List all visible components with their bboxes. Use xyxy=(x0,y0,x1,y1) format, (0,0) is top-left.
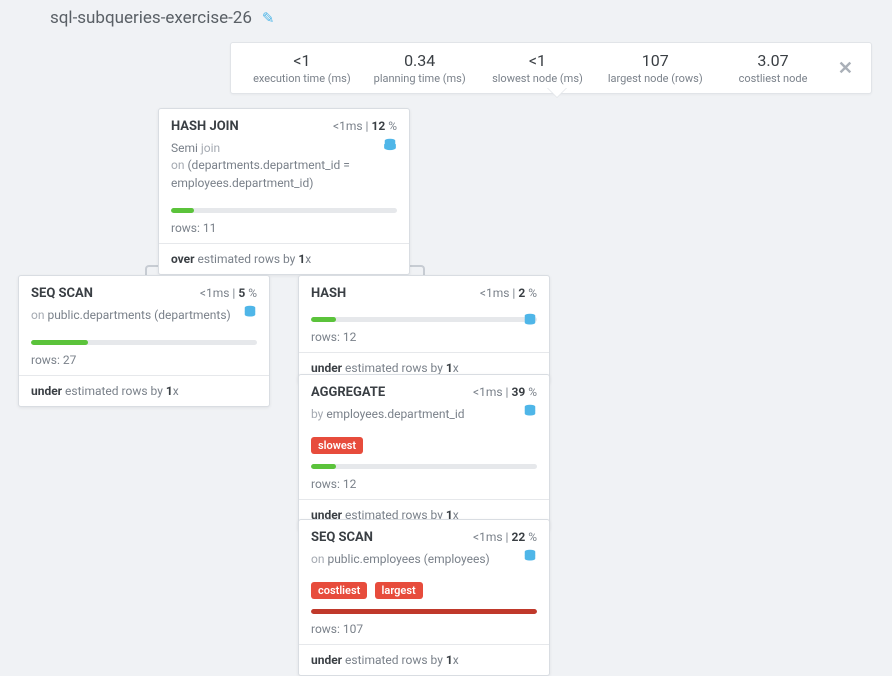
node-header: SEQ SCAN <1ms | 5 % xyxy=(19,276,269,307)
node-bar xyxy=(299,315,549,326)
node-bar xyxy=(299,601,549,618)
node-header: HASH <1ms | 2 % xyxy=(299,276,549,307)
stat-costliest-node: 3.07 costliest node xyxy=(714,51,832,85)
node-metrics: <1ms | 12 % xyxy=(333,119,397,133)
node-header: HASH JOIN <1ms | 12 % xyxy=(159,109,409,140)
badge-largest: largest xyxy=(375,582,423,599)
badge-slowest: slowest xyxy=(311,437,363,454)
database-icon xyxy=(523,549,537,563)
node-bar xyxy=(19,332,269,349)
node-bar xyxy=(159,200,409,217)
close-icon[interactable]: ✕ xyxy=(832,58,859,79)
stat-slowest-node: <1 slowest node (ms) xyxy=(479,51,597,85)
stat-value: <1 xyxy=(243,51,361,70)
node-footer: under estimated rows by 1x xyxy=(299,644,549,675)
stat-value: 3.07 xyxy=(714,51,832,70)
node-body xyxy=(299,307,549,315)
database-icon xyxy=(383,138,397,152)
stat-label: largest node (rows) xyxy=(596,72,714,85)
stat-label: slowest node (ms) xyxy=(479,72,597,85)
node-footer: over estimated rows by 1x xyxy=(159,243,409,274)
node-body: on public.departments (departments) xyxy=(19,307,269,332)
stats-bar: <1 execution time (ms) 0.34 planning tim… xyxy=(230,42,872,94)
node-header: AGGREGATE <1ms | 39 % xyxy=(299,375,549,406)
stat-execution-time: <1 execution time (ms) xyxy=(243,51,361,85)
node-description: by employees.department_id xyxy=(311,406,537,423)
database-icon xyxy=(243,305,257,319)
stat-value: <1 xyxy=(479,51,597,70)
node-rows: rows: 12 xyxy=(299,473,549,499)
node-description: on public.employees (employees) xyxy=(311,551,537,568)
page-title-row: sql-subqueries-exercise-26 ✎ xyxy=(50,8,275,28)
node-metrics: <1ms | 5 % xyxy=(200,286,257,300)
node-header: SEQ SCAN <1ms | 22 % xyxy=(299,520,549,551)
stats-pointer xyxy=(548,88,566,97)
stat-largest-node: 107 largest node (rows) xyxy=(596,51,714,85)
edit-icon[interactable]: ✎ xyxy=(262,9,275,27)
badge-costliest: costliest xyxy=(311,582,367,599)
stat-value: 0.34 xyxy=(361,51,479,70)
node-body: Semi join on (departments.department_id … xyxy=(159,140,409,200)
node-description: on public.departments (departments) xyxy=(31,307,257,324)
node-description: Semi join on (departments.department_id … xyxy=(171,140,397,192)
node-title: SEQ SCAN xyxy=(311,530,373,545)
node-metrics: <1ms | 22 % xyxy=(473,530,537,544)
page-title: sql-subqueries-exercise-26 xyxy=(50,8,252,28)
stat-value: 107 xyxy=(596,51,714,70)
node-aggregate[interactable]: AGGREGATE <1ms | 39 % by employees.depar… xyxy=(298,374,550,531)
stat-label: planning time (ms) xyxy=(361,72,479,85)
node-body: on public.employees (employees) xyxy=(299,551,549,576)
node-title: HASH JOIN xyxy=(171,119,239,134)
node-body: by employees.department_id xyxy=(299,406,549,431)
node-badges: costliest largest xyxy=(299,576,549,601)
node-rows: rows: 27 xyxy=(19,349,269,375)
stat-label: execution time (ms) xyxy=(243,72,361,85)
node-footer: under estimated rows by 1x xyxy=(19,375,269,406)
node-rows: rows: 11 xyxy=(159,217,409,243)
node-seq-scan-employees[interactable]: SEQ SCAN <1ms | 22 % on public.employees… xyxy=(298,519,550,676)
node-rows: rows: 12 xyxy=(299,326,549,352)
node-hash[interactable]: HASH <1ms | 2 % rows: 12 under estimated… xyxy=(298,275,550,384)
stat-planning-time: 0.34 planning time (ms) xyxy=(361,51,479,85)
node-title: HASH xyxy=(311,286,346,301)
node-metrics: <1ms | 39 % xyxy=(473,385,537,399)
node-badges: slowest xyxy=(299,431,549,456)
node-seq-scan-departments[interactable]: SEQ SCAN <1ms | 5 % on public.department… xyxy=(18,275,270,407)
node-bar xyxy=(299,456,549,473)
node-metrics: <1ms | 2 % xyxy=(480,286,537,300)
database-icon xyxy=(523,313,537,327)
node-hash-join[interactable]: HASH JOIN <1ms | 12 % Semi join on (depa… xyxy=(158,108,410,275)
node-title: SEQ SCAN xyxy=(31,286,93,301)
node-title: AGGREGATE xyxy=(311,385,385,400)
database-icon xyxy=(523,404,537,418)
node-rows: rows: 107 xyxy=(299,618,549,644)
stat-label: costliest node xyxy=(714,72,832,85)
